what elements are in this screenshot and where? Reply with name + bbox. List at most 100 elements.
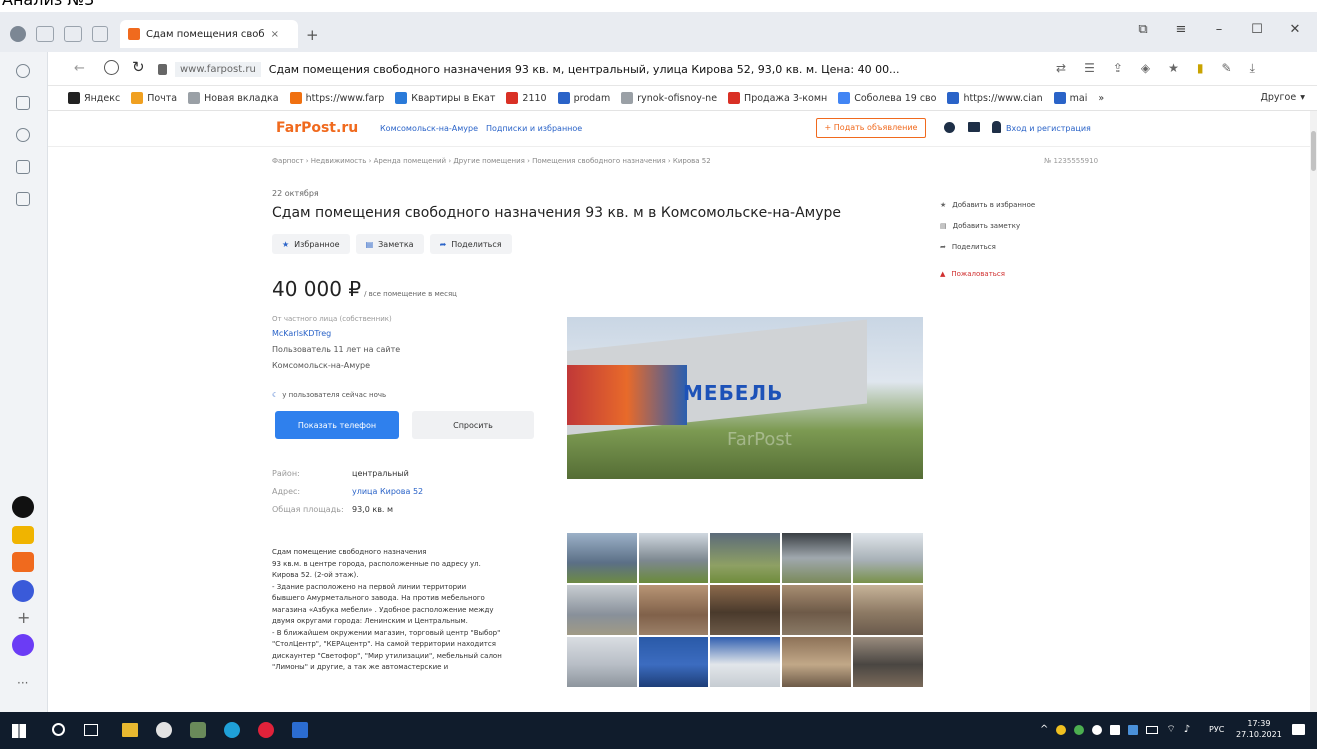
bookmark-item[interactable]: Соболева 19 сво <box>838 92 936 104</box>
ask-button[interactable]: Спросить <box>412 411 534 439</box>
thumbnail[interactable] <box>781 533 852 583</box>
messages-icon[interactable] <box>968 122 980 132</box>
task-view-icon[interactable] <box>84 724 98 736</box>
address-link[interactable]: улица Кирова 52 <box>352 487 423 505</box>
page-scrollbar[interactable] <box>1310 111 1317 712</box>
maximize-icon[interactable]: ☐ <box>1243 22 1271 37</box>
app-icon-2[interactable] <box>12 526 34 544</box>
bookmark-item[interactable]: rynok-ofisnoy-ne <box>621 92 717 104</box>
thumbnail[interactable] <box>567 533 637 583</box>
bookmark-item[interactable]: prodam <box>557 92 610 104</box>
show-phone-button[interactable]: Показать телефон <box>275 411 399 439</box>
downloads-bar-icon[interactable]: ⤓ <box>1250 61 1255 76</box>
breadcrumb[interactable]: Фарпост › Недвижимость › Аренда помещени… <box>272 157 711 165</box>
post-ad-button[interactable]: + Подать объявление <box>816 118 926 138</box>
thumbnail[interactable] <box>853 585 923 635</box>
thumbnail[interactable] <box>710 533 780 583</box>
minimize-icon[interactable]: – <box>1205 22 1233 37</box>
notifications-center-icon[interactable] <box>1292 724 1305 735</box>
scrollbar-thumb[interactable] <box>1311 131 1316 171</box>
thumbnail[interactable] <box>638 533 709 583</box>
tab-group-icon[interactable] <box>36 26 54 42</box>
thumbnail[interactable] <box>567 585 637 635</box>
history-icon[interactable] <box>16 64 30 78</box>
address-field[interactable]: www.farpost.ru Сдам помещения свободного… <box>158 57 1038 81</box>
bookmark-item[interactable]: https://www.cian <box>947 92 1043 104</box>
app-icon-4[interactable] <box>12 580 34 602</box>
subscriptions-link[interactable]: Подписки и избранное <box>486 124 582 133</box>
thumbnail[interactable] <box>781 637 852 687</box>
city-link[interactable]: Комсомольск-на-Амуре <box>380 124 478 133</box>
network-icon[interactable]: ⌔ <box>1166 723 1175 736</box>
share-page-icon[interactable]: ⇪ <box>1113 61 1123 76</box>
back-icon[interactable]: ← <box>74 61 85 76</box>
bookmark-item[interactable]: Квартиры в Екат <box>395 92 495 104</box>
user-icon[interactable] <box>992 121 1001 133</box>
bookmark-item[interactable]: Новая вкладка <box>188 92 279 104</box>
bookmark-item[interactable]: mai <box>1053 92 1087 104</box>
translate-icon[interactable]: ⇄ <box>1056 61 1066 76</box>
browser-profile-icon[interactable] <box>10 26 26 42</box>
complain-link[interactable]: ▲ Пожаловаться <box>940 264 1035 285</box>
new-tab-button[interactable]: + <box>306 26 319 44</box>
tray-app-icon[interactable] <box>1128 724 1139 735</box>
downloads-icon[interactable] <box>16 160 30 174</box>
favorite-action[interactable]: ★ Избранное <box>272 234 350 254</box>
share-action[interactable]: ➦ Поделиться <box>429 234 512 254</box>
close-tab-icon[interactable]: × <box>271 29 279 40</box>
thumbnail[interactable] <box>710 637 780 687</box>
protect-icon[interactable] <box>104 60 119 75</box>
search-icon[interactable] <box>52 723 65 736</box>
opera-icon[interactable] <box>258 722 274 738</box>
bookmark-item[interactable]: 2110 <box>506 92 547 104</box>
thumbnail[interactable] <box>638 585 709 635</box>
add-panel-icon[interactable]: + <box>17 608 30 627</box>
close-window-icon[interactable]: ✕ <box>1281 22 1309 37</box>
notifications-icon[interactable] <box>944 122 955 133</box>
main-photo[interactable]: МЕБЕЛЬ FarPost <box>567 317 923 479</box>
add-note-link[interactable]: ▤ Добавить заметку <box>940 216 1035 237</box>
ext-icon-2[interactable]: ▮ <box>1197 61 1204 76</box>
keyboard-language[interactable]: РУС <box>1209 725 1224 734</box>
word-icon[interactable] <box>292 722 308 738</box>
farpost-logo[interactable]: FarPost.ru <box>276 120 358 136</box>
tab-group-icon-3[interactable] <box>92 26 108 42</box>
thumbnail[interactable] <box>567 637 637 687</box>
app-icon-1[interactable] <box>12 496 34 518</box>
bookmark-item[interactable]: Продажа 3-комн <box>728 92 827 104</box>
volume-icon[interactable]: ♪ <box>1184 724 1190 735</box>
tray-app-icon[interactable] <box>1056 724 1067 735</box>
menu-icon[interactable]: ≡ <box>1167 22 1195 37</box>
thumbnail[interactable] <box>638 637 709 687</box>
bookmark-star-icon[interactable]: ★ <box>1168 61 1179 76</box>
bookmarks-more-button[interactable]: » <box>1098 92 1104 104</box>
browser-tab-active[interactable]: Сдам помещения своб × <box>120 20 298 48</box>
bookmark-item[interactable]: Почта <box>131 92 177 104</box>
app-icon[interactable] <box>190 722 206 738</box>
bookmark-item[interactable]: https://www.farp <box>289 92 384 104</box>
alice-icon[interactable] <box>12 634 34 656</box>
tab-group-icon-2[interactable] <box>64 26 82 42</box>
thumbnail[interactable] <box>853 533 923 583</box>
tray-chevron-icon[interactable]: ^ <box>1040 724 1048 735</box>
add-favorite-link[interactable]: ★ Добавить в избранное <box>940 195 1035 216</box>
ext-icon-3[interactable]: ✎ <box>1222 61 1232 76</box>
app-icon-3[interactable] <box>12 552 34 572</box>
other-bookmarks-button[interactable]: Другое ▾ <box>1260 92 1305 103</box>
battery-icon[interactable] <box>1146 725 1159 734</box>
yandex-browser-icon[interactable] <box>156 722 172 738</box>
file-explorer-icon[interactable] <box>122 723 138 737</box>
reader-icon[interactable]: ☰ <box>1084 61 1095 76</box>
tray-app-icon[interactable] <box>1092 724 1103 735</box>
login-link[interactable]: Вход и регистрация <box>1006 124 1091 133</box>
thumbnail[interactable] <box>853 637 923 687</box>
seller-name[interactable]: McKarlsKDTreg <box>272 329 331 338</box>
reload-icon[interactable]: ↻ <box>132 58 145 76</box>
media-icon[interactable] <box>16 128 30 142</box>
thumbnail[interactable] <box>781 585 852 635</box>
collections-icon[interactable]: ⧉ <box>1129 22 1157 37</box>
notes-icon[interactable] <box>16 96 30 110</box>
edge-icon[interactable] <box>224 722 240 738</box>
screenshot-icon[interactable] <box>16 192 30 206</box>
note-action[interactable]: ▤ Заметка <box>355 234 424 254</box>
